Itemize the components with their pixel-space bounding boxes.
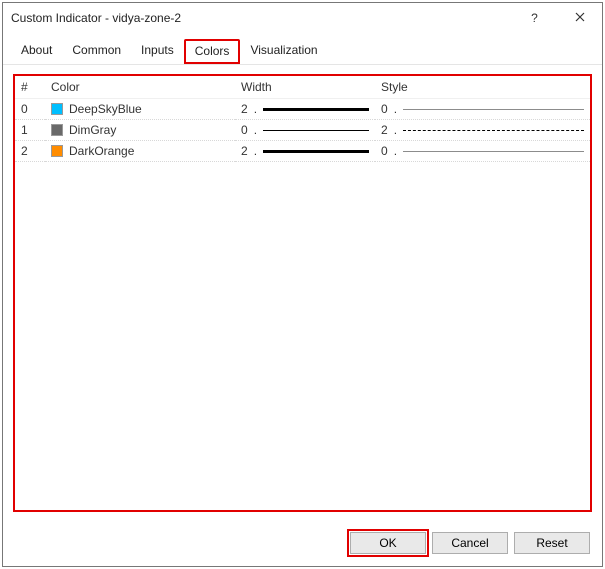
tab-common[interactable]: Common [62, 39, 131, 64]
color-swatch-icon [51, 103, 63, 115]
width-preview-icon [263, 150, 369, 153]
help-button[interactable]: ? [512, 3, 557, 33]
table-row[interactable]: 0 DeepSkyBlue 2. [15, 99, 590, 120]
titlebar: Custom Indicator - vidya-zone-2 ? [3, 3, 602, 33]
tab-colors[interactable]: Colors [184, 39, 241, 64]
cancel-button[interactable]: Cancel [432, 532, 508, 554]
width-preview-icon [263, 130, 369, 131]
color-swatch-icon [51, 145, 63, 157]
style-preview-icon [403, 151, 584, 152]
width-value: 2 [241, 144, 248, 158]
style-value: 0 [381, 102, 388, 116]
colors-table: # Color Width Style 0 DeepS [15, 76, 590, 162]
close-button[interactable] [557, 3, 602, 33]
tab-inputs[interactable]: Inputs [131, 39, 184, 64]
cell-width[interactable]: 2. [235, 141, 375, 162]
width-value: 2 [241, 102, 248, 116]
style-value: 2 [381, 123, 388, 137]
close-icon [575, 11, 585, 25]
dialog-footer: OK Cancel Reset [3, 522, 602, 566]
cell-style[interactable]: 2. [375, 120, 590, 141]
color-name: DeepSkyBlue [69, 102, 142, 116]
cell-index: 2 [15, 141, 45, 162]
color-swatch-icon [51, 124, 63, 136]
color-name: DarkOrange [69, 144, 134, 158]
tab-colors-panel: # Color Width Style 0 DeepS [3, 64, 602, 522]
colors-table-highlight: # Color Width Style 0 DeepS [13, 74, 592, 512]
reset-button[interactable]: Reset [514, 532, 590, 554]
cell-color[interactable]: DarkOrange [45, 141, 235, 162]
style-value: 0 [381, 144, 388, 158]
col-header-color[interactable]: Color [45, 76, 235, 99]
tab-about[interactable]: About [11, 39, 62, 64]
ok-button[interactable]: OK [350, 532, 426, 554]
help-icon: ? [531, 11, 538, 25]
cell-style[interactable]: 0. [375, 99, 590, 120]
cell-color[interactable]: DeepSkyBlue [45, 99, 235, 120]
cell-color[interactable]: DimGray [45, 120, 235, 141]
width-value: 0 [241, 123, 248, 137]
color-name: DimGray [69, 123, 116, 137]
window-title: Custom Indicator - vidya-zone-2 [11, 11, 512, 25]
table-row[interactable]: 2 DarkOrange 2. [15, 141, 590, 162]
col-header-index[interactable]: # [15, 76, 45, 99]
cell-width[interactable]: 0. [235, 120, 375, 141]
tab-visualization[interactable]: Visualization [240, 39, 327, 64]
table-row[interactable]: 1 DimGray 0. [15, 120, 590, 141]
cell-index: 1 [15, 120, 45, 141]
col-header-width[interactable]: Width [235, 76, 375, 99]
col-header-style[interactable]: Style [375, 76, 590, 99]
cell-index: 0 [15, 99, 45, 120]
dialog-window: Custom Indicator - vidya-zone-2 ? About … [2, 2, 603, 567]
titlebar-buttons: ? [512, 3, 602, 33]
cell-style[interactable]: 0. [375, 141, 590, 162]
width-preview-icon [263, 108, 369, 111]
tab-strip: About Common Inputs Colors Visualization [3, 33, 602, 65]
style-preview-icon [403, 109, 584, 110]
style-preview-icon [403, 130, 584, 131]
cell-width[interactable]: 2. [235, 99, 375, 120]
